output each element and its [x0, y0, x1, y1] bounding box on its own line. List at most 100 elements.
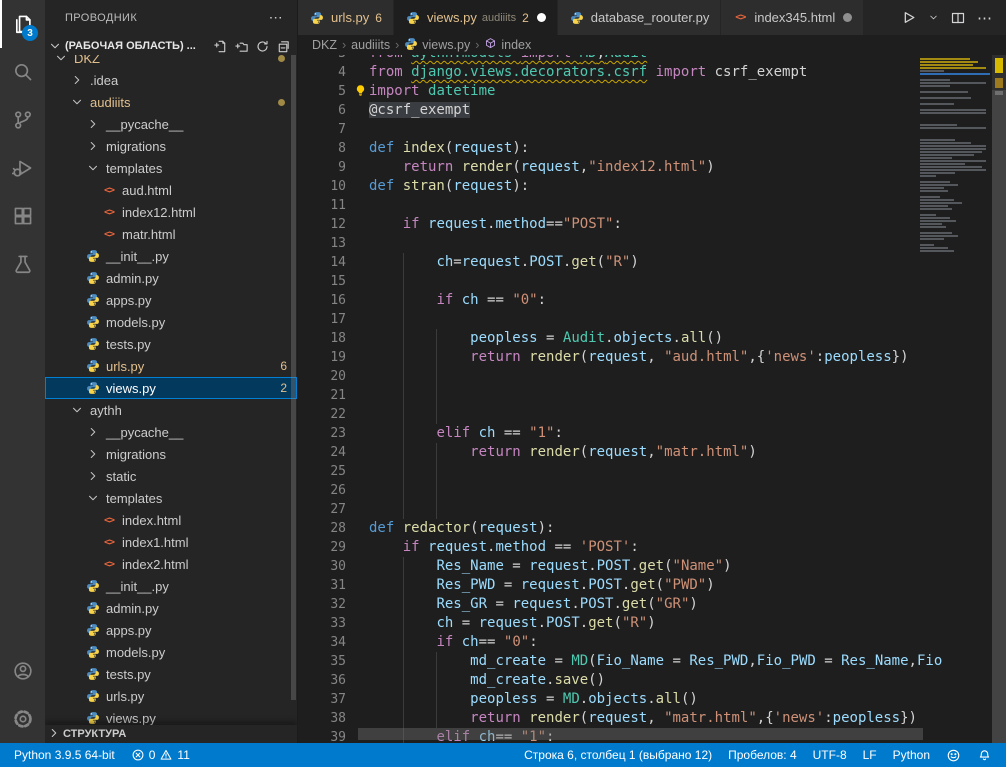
tree-file--init-.py[interactable]: __init__.py	[45, 575, 297, 597]
vertical-scrollbar[interactable]	[992, 90, 1006, 743]
tree-file-index.html[interactable]: <>index.html	[45, 509, 297, 531]
more-actions-icon[interactable]: ⋯	[269, 9, 283, 26]
tree-file-admin.py[interactable]: admin.py	[45, 267, 297, 289]
activity-extensions-icon[interactable]	[0, 192, 45, 240]
tree-file-admin.py[interactable]: admin.py	[45, 597, 297, 619]
problems-indicator[interactable]: 011	[123, 743, 198, 767]
line-number: 15	[298, 272, 346, 291]
line-number: 7	[298, 120, 346, 139]
tree-file-tests.py[interactable]: tests.py	[45, 333, 297, 355]
code-editor[interactable]: 3from aythh.models import MD,Audit4from …	[298, 55, 1006, 743]
tree-file-index2.html[interactable]: <>index2.html	[45, 553, 297, 575]
python-icon	[404, 37, 418, 54]
tree-file-models.py[interactable]: models.py	[45, 311, 297, 333]
breadcrumb-item-audiiits[interactable]: audiiits	[351, 38, 390, 52]
tree-file-apps.py[interactable]: apps.py	[45, 289, 297, 311]
tab-label: urls.py	[331, 10, 369, 25]
refresh-icon[interactable]	[255, 39, 270, 54]
tree-folder-dkz[interactable]: DKZ	[45, 55, 297, 69]
code-token: :	[613, 216, 621, 232]
indentation[interactable]: Пробелов: 4	[720, 743, 805, 767]
indent-guide	[436, 652, 437, 671]
lightbulb-icon[interactable]	[354, 84, 367, 100]
activity-bar: 3	[0, 0, 45, 743]
tree-file-models.py[interactable]: models.py	[45, 641, 297, 663]
chevron-down-icon	[47, 39, 63, 53]
tab-index345.html[interactable]: <>index345.html	[721, 0, 864, 35]
tab-views.py[interactable]: views.pyaudiiits2	[394, 0, 558, 35]
sidebar-scrollbar[interactable]	[291, 55, 296, 700]
tree-file-urls.py[interactable]: urls.py6	[45, 355, 297, 377]
workspace-section-header[interactable]: (РАБОЧАЯ ОБЛАСТЬ) ...	[45, 35, 297, 57]
dirty-dot[interactable]	[843, 13, 852, 22]
encoding[interactable]: UTF-8	[805, 743, 855, 767]
minimap[interactable]	[920, 58, 990, 253]
activity-settings-icon[interactable]	[0, 695, 45, 743]
breadcrumb-item-index[interactable]: index	[484, 37, 531, 53]
code-token: POST	[597, 558, 631, 574]
breadcrumb: DKZ›audiiits›views.py›index	[298, 35, 1006, 55]
activity-search-icon[interactable]	[0, 48, 45, 96]
tree-folder--pycache-[interactable]: __pycache__	[45, 421, 297, 443]
tree-folder-templates[interactable]: templates	[45, 487, 297, 509]
tree-folder-static[interactable]: static	[45, 465, 297, 487]
tree-file-index1.html[interactable]: <>index1.html	[45, 531, 297, 553]
new-folder-icon[interactable]	[234, 39, 249, 54]
cursor-position[interactable]: Строка 6, столбец 1 (выбрано 12)	[516, 743, 720, 767]
eol-sequence[interactable]: LF	[855, 743, 885, 767]
tree-folder-migrations[interactable]: migrations	[45, 135, 297, 157]
tree-file-matr.html[interactable]: <>matr.html	[45, 223, 297, 245]
split-editor-button[interactable]	[950, 10, 966, 26]
feedback[interactable]	[938, 743, 969, 767]
tree-file-index12.html[interactable]: <>index12.html	[45, 201, 297, 223]
tree-item-label: __init__.py	[106, 249, 169, 264]
activity-source-control-icon[interactable]	[0, 96, 45, 144]
dirty-dot[interactable]	[537, 13, 546, 22]
tree-file-tests.py[interactable]: tests.py	[45, 663, 297, 685]
tree-file-aud.html[interactable]: <>aud.html	[45, 179, 297, 201]
code-token: Res_Name	[436, 558, 503, 574]
tree-file-views.py[interactable]: views.py2	[45, 377, 297, 399]
code-token: })	[892, 349, 909, 365]
tab-problems-badge: 2	[522, 11, 529, 25]
notifications[interactable]	[969, 743, 1000, 767]
activity-run-debug-icon[interactable]	[0, 144, 45, 192]
tree-folder-templates[interactable]: templates	[45, 157, 297, 179]
tab-database-roouter.py[interactable]: database_roouter.py	[558, 0, 722, 35]
language-mode[interactable]: Python	[885, 743, 938, 767]
breadcrumb-item-views.py[interactable]: views.py	[404, 37, 470, 54]
tree-folder-.idea[interactable]: .idea	[45, 69, 297, 91]
tree-folder--pycache-[interactable]: __pycache__	[45, 113, 297, 135]
activity-testing-icon[interactable]	[0, 240, 45, 288]
code-token: Res_Name	[841, 653, 908, 669]
minimap-line	[920, 232, 952, 234]
indent-guide	[403, 557, 404, 576]
tree-folder-aythh[interactable]: aythh	[45, 399, 297, 421]
indent-guide	[403, 633, 404, 652]
line-number: 10	[298, 177, 346, 196]
more-actions-icon[interactable]: ⋯	[977, 9, 993, 27]
new-file-icon[interactable]	[213, 39, 228, 54]
run-button[interactable]	[900, 9, 917, 26]
code-token: get	[571, 254, 596, 270]
tree-file-views.py[interactable]: views.py	[45, 707, 297, 725]
code-line: 22	[298, 405, 1006, 424]
collapse-all-icon[interactable]	[276, 39, 291, 54]
tree-folder-migrations[interactable]: migrations	[45, 443, 297, 465]
tab-urls.py[interactable]: urls.py6	[298, 0, 394, 35]
activity-explorer-icon[interactable]: 3	[0, 0, 45, 48]
activity-account-icon[interactable]	[0, 647, 45, 695]
indent-guide	[436, 348, 437, 367]
tree-file-urls.py[interactable]: urls.py	[45, 685, 297, 707]
run-dropdown-icon[interactable]	[928, 12, 939, 23]
breadcrumb-item-dkz[interactable]: DKZ	[312, 38, 337, 52]
code-token: =	[664, 653, 689, 669]
structure-section-header[interactable]: СТРУКТУРА	[45, 725, 297, 743]
horizontal-scrollbar[interactable]	[358, 728, 923, 740]
python-interpreter[interactable]: Python 3.9.5 64-bit	[6, 743, 123, 767]
code-token: "0"	[512, 292, 537, 308]
tree-folder-audiiits[interactable]: audiiits	[45, 91, 297, 113]
tree-file--init-.py[interactable]: __init__.py	[45, 245, 297, 267]
tree-file-apps.py[interactable]: apps.py	[45, 619, 297, 641]
sidebar-title-row: ПРОВОДНИК ⋯	[45, 0, 297, 35]
